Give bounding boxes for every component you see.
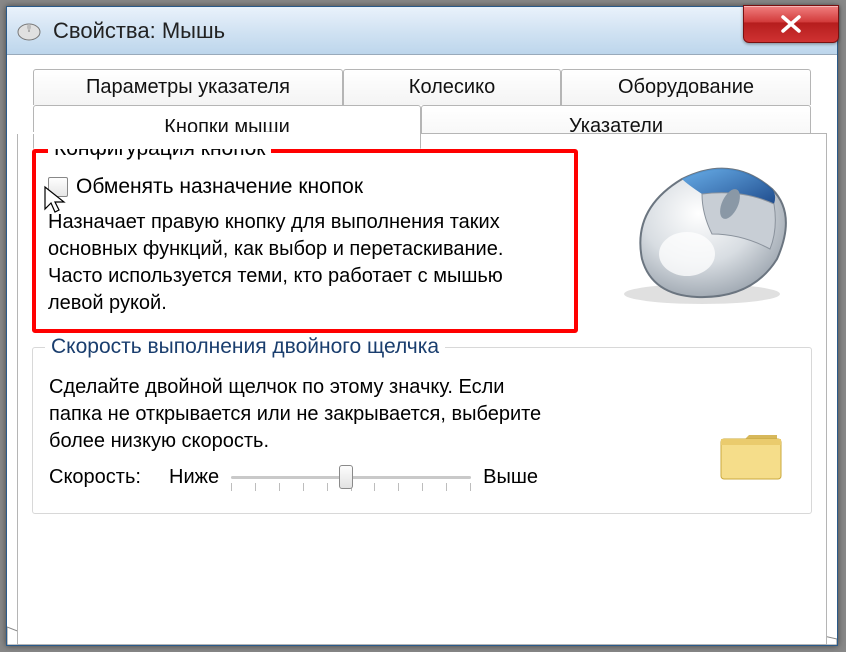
tab-panel-buttons: Конфигурация кнопок Обменять назначение … — [17, 133, 827, 645]
swap-buttons-label: Обменять назначение кнопок — [76, 175, 363, 199]
tab-pointer-params[interactable]: Параметры указателя — [33, 69, 343, 105]
group-speed-legend: Скорость выполнения двойного щелчка — [45, 335, 445, 359]
swap-buttons-row[interactable]: Обменять назначение кнопок — [48, 175, 562, 199]
mouse-icon — [15, 20, 43, 42]
folder-icon[interactable] — [717, 427, 787, 483]
tab-wheel[interactable]: Колесико — [343, 69, 561, 105]
swap-buttons-checkbox[interactable] — [48, 177, 68, 197]
window-title: Свойства: Мышь — [53, 18, 225, 44]
speed-description: Сделайте двойной щелчок по этому значку.… — [49, 374, 549, 455]
dialog-window: Свойства: Мышь Параметры указателя Колес… — [6, 6, 838, 646]
group-doubleclick-speed: Скорость выполнения двойного щелчка Сдел… — [32, 347, 812, 514]
group-button-config: Конфигурация кнопок Обменять назначение … — [32, 149, 578, 333]
speed-slider-row: Скорость: Ниже Выше — [49, 463, 795, 491]
speed-low-label: Ниже — [169, 466, 219, 489]
mouse-preview-pane — [592, 149, 812, 347]
tab-hardware[interactable]: Оборудование — [561, 69, 811, 105]
dialog-body: Параметры указателя Колесико Оборудовани… — [7, 55, 837, 645]
tab-buttons[interactable]: Кнопки мыши — [33, 105, 421, 149]
titlebar[interactable]: Свойства: Мышь — [7, 7, 837, 55]
swap-buttons-description: Назначает правую кнопку для выполнения т… — [48, 209, 562, 317]
speed-slider-thumb[interactable] — [339, 465, 353, 489]
speed-high-label: Выше — [483, 466, 538, 489]
close-icon — [779, 14, 803, 34]
speed-slider[interactable] — [231, 463, 471, 491]
speed-label: Скорость: — [49, 466, 169, 489]
close-button[interactable] — [743, 5, 839, 43]
mouse-preview-icon — [602, 149, 802, 309]
